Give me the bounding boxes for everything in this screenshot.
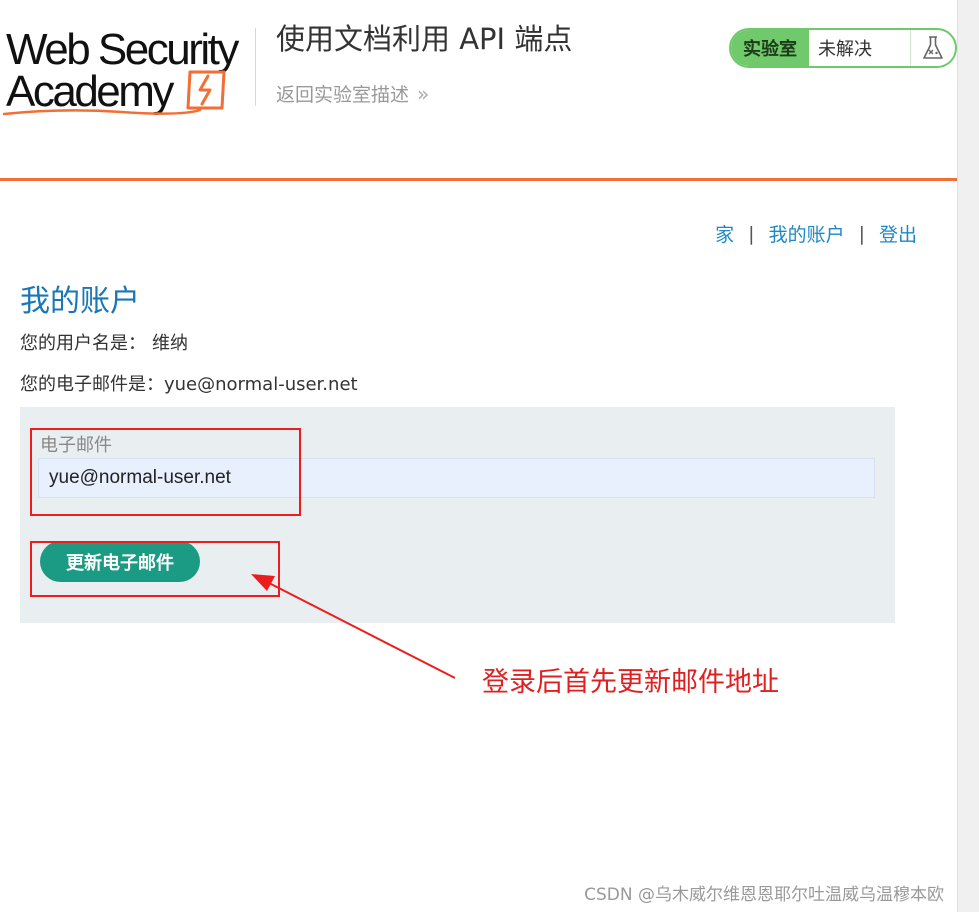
back-link-label: 返回实验室描述	[276, 84, 410, 106]
nav-home-link[interactable]: 家	[715, 220, 734, 247]
logo-text-line1: Web Security	[6, 25, 239, 74]
lab-title: 使用文档利用 API 端点	[276, 22, 573, 56]
web-security-academy-logo[interactable]: Web Security Academy	[2, 24, 252, 116]
lab-status-state: 未解决	[818, 39, 872, 60]
username-value: 维纳	[152, 333, 188, 354]
username-label: 您的用户名是：	[20, 333, 146, 354]
email-value: yue@normal-user.net	[164, 374, 358, 395]
nav-separator: |	[748, 222, 755, 245]
header-divider	[255, 28, 256, 106]
logo-swoosh-icon	[2, 108, 202, 116]
header-orange-rule	[0, 178, 958, 181]
browser-viewport: Web Security Academy 使用文档利用 API 端点 返回实验室…	[0, 0, 958, 912]
page-title: 我的账户	[20, 284, 140, 319]
lab-status-tag: 实验室	[731, 30, 809, 66]
csdn-watermark: CSDN @乌木威尔维恩恩耶尔吐温威乌温穆本欧	[584, 885, 944, 905]
nav-separator: |	[858, 222, 865, 245]
vertical-scrollbar[interactable]	[957, 0, 979, 912]
double-chevron-right-icon: »	[417, 81, 430, 106]
email-label: 您的电子邮件是：	[20, 374, 164, 395]
annotation-text: 登录后首先更新邮件地址	[482, 667, 779, 698]
flask-icon	[910, 30, 955, 66]
username-info: 您的用户名是： 维纳	[20, 329, 188, 355]
top-nav: 家 | 我的账户 | 登出	[715, 220, 917, 247]
annotation-arrow	[251, 574, 456, 679]
email-info: 您的电子邮件是：yue@normal-user.net	[20, 370, 358, 396]
annotation-highlight-email-field	[30, 428, 301, 516]
lab-status-widget: 实验室 未解决	[729, 28, 957, 68]
nav-logout-link[interactable]: 登出	[879, 220, 917, 247]
nav-my-account-link[interactable]: 我的账户	[769, 220, 845, 247]
back-to-lab-description-link[interactable]: 返回实验室描述 »	[276, 80, 430, 107]
annotation-highlight-update-button	[30, 541, 280, 597]
